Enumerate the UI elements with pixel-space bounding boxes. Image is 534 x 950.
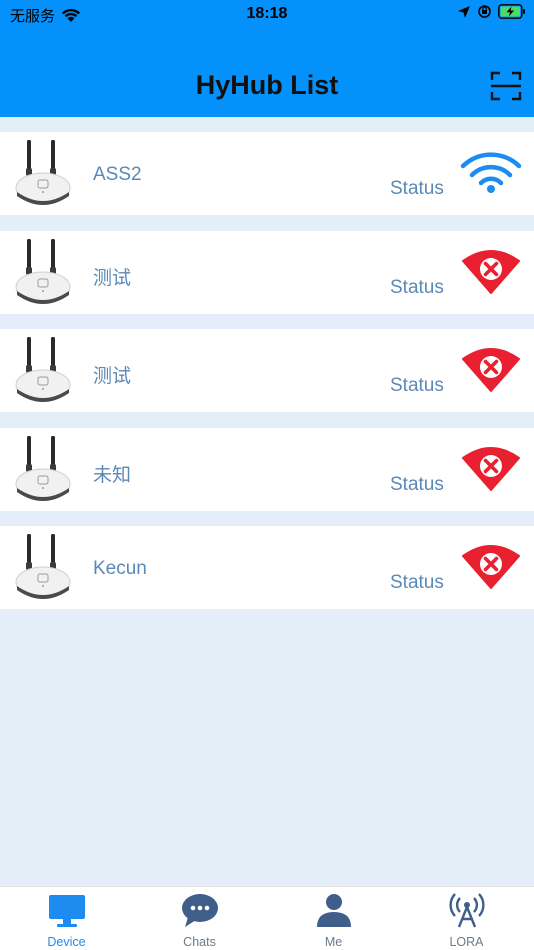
bottom-tab-bar: Device Chats Me LORA xyxy=(0,886,534,950)
tab-device[interactable]: Device xyxy=(0,887,133,950)
device-row[interactable]: Kecun Status xyxy=(0,526,534,609)
wifi-error-icon xyxy=(462,249,520,294)
status-right xyxy=(457,4,526,19)
wifi-connected-icon xyxy=(460,152,522,193)
header-bar: 无服务 18:18 HyHub List xyxy=(0,0,534,117)
device-row[interactable]: 测试 Status xyxy=(0,230,534,314)
device-row[interactable]: 未知 Status xyxy=(0,427,534,511)
device-status-indicator xyxy=(460,347,522,393)
wifi-error-icon xyxy=(462,348,520,392)
device-name: Kecun xyxy=(93,558,147,579)
tab-label: Device xyxy=(47,935,86,949)
tab-lora[interactable]: LORA xyxy=(400,887,533,950)
router-device-icon xyxy=(15,435,71,501)
device-row[interactable]: 测试 Status xyxy=(0,329,534,412)
monitor-icon xyxy=(49,895,85,927)
device-status-label: Status xyxy=(390,375,444,396)
wifi-error-icon xyxy=(462,446,520,491)
scan-qr-icon[interactable] xyxy=(490,70,522,102)
battery-charging-icon xyxy=(498,4,525,19)
device-name: ASS2 xyxy=(93,164,142,185)
wifi-error-icon xyxy=(462,545,520,589)
device-status-label: Status xyxy=(390,178,444,199)
device-status-label: Status xyxy=(390,473,444,495)
device-status-indicator xyxy=(460,249,522,295)
router-device-icon xyxy=(15,337,71,402)
tab-label: Chats xyxy=(183,935,216,949)
device-status-indicator xyxy=(460,544,522,590)
device-status-indicator xyxy=(460,446,522,492)
tab-label: Me xyxy=(324,935,343,949)
device-status-label: Status xyxy=(390,572,444,593)
device-status-label: Status xyxy=(390,276,444,298)
router-device-icon xyxy=(15,140,71,205)
tab-chats[interactable]: Chats xyxy=(133,887,266,950)
device-name: 测试 xyxy=(93,267,132,289)
antenna-icon xyxy=(449,893,485,928)
tab-label: LORA xyxy=(449,935,484,949)
router-device-icon xyxy=(15,534,71,599)
device-name: 测试 xyxy=(93,366,132,387)
orientation-lock-icon xyxy=(478,5,491,18)
person-icon xyxy=(317,894,351,927)
status-time: 18:18 xyxy=(246,5,288,22)
page-title: HyHub List xyxy=(195,70,339,100)
status-bar: 无服务 18:18 xyxy=(0,0,534,28)
router-device-icon xyxy=(15,238,71,304)
device-name: 未知 xyxy=(93,464,132,486)
location-arrow-icon xyxy=(458,5,470,18)
device-status-indicator xyxy=(460,150,522,196)
chat-bubble-icon xyxy=(182,894,218,927)
device-row[interactable]: ASS2 Status xyxy=(0,132,534,215)
tab-me[interactable]: Me xyxy=(267,887,400,950)
